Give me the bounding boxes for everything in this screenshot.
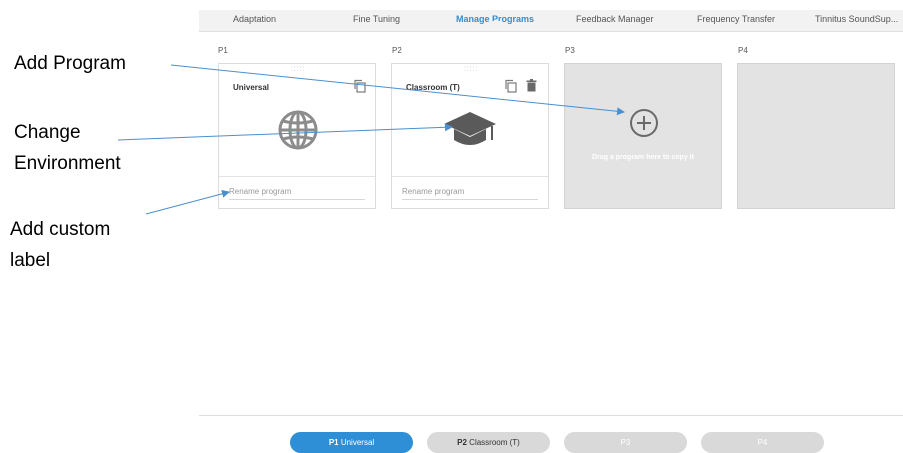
slot-label-p3: P3: [565, 46, 575, 55]
copy-icon[interactable]: [504, 79, 517, 98]
annotation-add-custom-label-line2: label: [10, 250, 51, 271]
annotation-change-environment-line1: Change: [14, 122, 81, 143]
drop-zone-text: Drag a program here to copy it: [592, 154, 694, 161]
pill-id: P1: [328, 438, 341, 447]
drag-handle-icon[interactable]: ⁚⁚⁚⁚⁚: [291, 66, 306, 73]
program-card-p3-empty[interactable]: Drag a program here to copy it: [564, 63, 722, 209]
program-card-p1[interactable]: ⁚⁚⁚⁚⁚ Universal Rename program: [218, 63, 376, 209]
rename-area: Rename program: [219, 176, 375, 208]
top-navigation: Adaptation Fine Tuning Manage Programs F…: [199, 10, 903, 32]
pill-id: P3: [620, 438, 631, 447]
arrow-add-custom-label: [145, 189, 230, 215]
pill-name: Classroom (T): [469, 438, 520, 447]
annotation-add-program: Add Program: [14, 53, 126, 74]
program-card-p4-empty[interactable]: [737, 63, 895, 209]
program-pill-p1[interactable]: P1 Universal: [290, 432, 413, 453]
active-tab-indicator: [492, 21, 502, 26]
program-pill-p2[interactable]: P2 Classroom (T): [427, 432, 550, 453]
graduation-cap-icon[interactable]: [442, 110, 498, 155]
trash-icon[interactable]: [526, 79, 537, 97]
rename-area: Rename program: [392, 176, 548, 208]
bottom-divider: [199, 415, 903, 416]
tab-feedback-manager[interactable]: Feedback Manager: [576, 14, 654, 24]
slot-label-p2: P2: [392, 46, 402, 55]
slot-label-p4: P4: [738, 46, 748, 55]
annotation-add-custom-label-line1: Add custom: [10, 219, 111, 240]
program-name: Classroom (T): [406, 83, 460, 92]
slot-label-p1: P1: [218, 46, 228, 55]
program-name: Universal: [233, 83, 270, 92]
pill-name: Universal: [340, 438, 375, 447]
add-circle-icon[interactable]: [628, 107, 660, 144]
pill-id: P4: [757, 438, 768, 447]
tab-tinnitus-soundsupport[interactable]: Tinnitus SoundSup...: [815, 14, 898, 24]
rename-program-input[interactable]: Rename program: [229, 187, 365, 200]
pill-id: P2: [457, 438, 470, 447]
program-pill-p3[interactable]: P3: [564, 432, 687, 453]
copy-icon[interactable]: [353, 79, 366, 98]
annotation-change-environment-line2: Environment: [14, 153, 121, 174]
tab-adaptation[interactable]: Adaptation: [233, 14, 276, 24]
program-card-p2[interactable]: ⁚⁚⁚⁚⁚ Classroom (T) Rename program: [391, 63, 549, 209]
program-pill-p4[interactable]: P4: [701, 432, 824, 453]
tab-fine-tuning[interactable]: Fine Tuning: [353, 14, 400, 24]
tab-frequency-transfer[interactable]: Frequency Transfer: [697, 14, 775, 24]
globe-icon[interactable]: [276, 108, 320, 157]
drag-handle-icon[interactable]: ⁚⁚⁚⁚⁚: [464, 66, 479, 73]
rename-program-input[interactable]: Rename program: [402, 187, 538, 200]
